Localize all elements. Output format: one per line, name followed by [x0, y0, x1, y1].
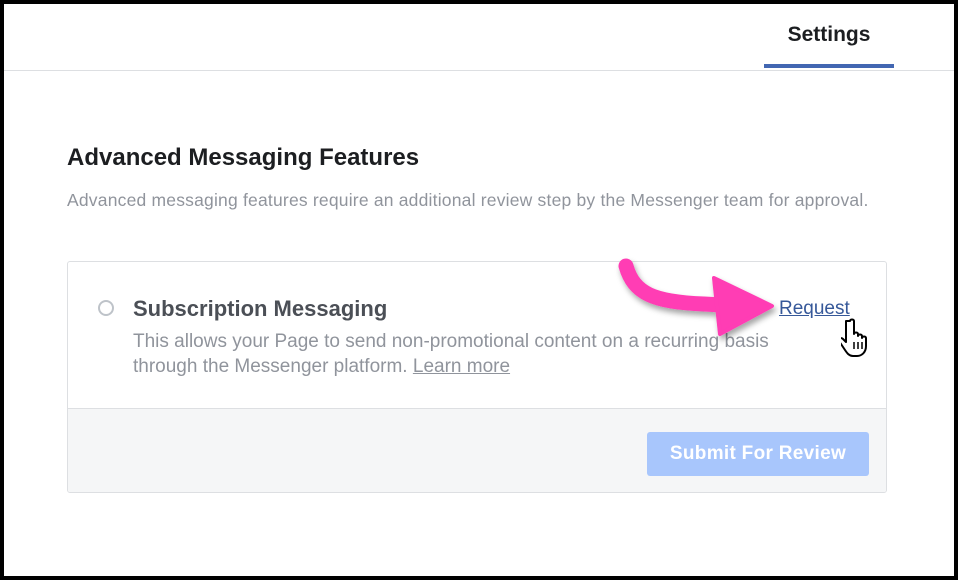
request-link[interactable]: Request	[779, 298, 850, 320]
card-footer: Submit For Review	[68, 409, 886, 492]
section-description: Advanced messaging features require an a…	[67, 190, 869, 210]
section-title: Advanced Messaging Features	[67, 144, 420, 171]
page-frame: Settings Advanced Messaging Features Adv…	[4, 4, 954, 576]
submit-for-review-button[interactable]: Submit For Review	[647, 432, 869, 476]
feature-description-line-1: This allows your Page to send non-promot…	[133, 331, 769, 352]
top-navigation: Settings	[4, 4, 954, 71]
learn-more-link[interactable]: Learn more	[413, 356, 510, 377]
feature-row: Subscription Messaging Request This allo…	[68, 262, 886, 409]
feature-description-line-2: through the Messenger platform. Learn mo…	[133, 354, 853, 379]
active-tab-indicator	[764, 64, 894, 68]
feature-description: This allows your Page to send non-promot…	[133, 329, 853, 379]
feature-radio-button[interactable]	[98, 300, 114, 316]
tab-settings[interactable]: Settings	[764, 4, 894, 70]
feature-card: Subscription Messaging Request This allo…	[67, 261, 887, 493]
feature-description-line-2-text: through the Messenger platform.	[133, 356, 408, 377]
feature-title: Subscription Messaging	[133, 296, 388, 321]
